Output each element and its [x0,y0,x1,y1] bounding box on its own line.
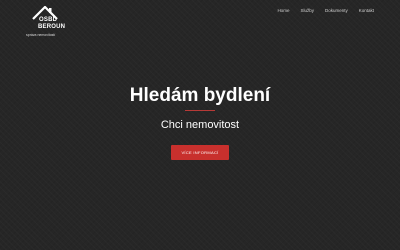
nav-item-home[interactable]: Home [277,8,289,14]
logo[interactable]: OSBD BEROUN správa nemovitostí [26,6,68,38]
nav-item-contact[interactable]: Kontakt [359,8,374,14]
hero-section: Hledám bydlení Chci nemovitost [0,84,400,132]
logo-text-line2: BEROUN [38,24,66,30]
site-header: OSBD BEROUN správa nemovitostí Home Služ… [0,0,400,40]
logo-tagline: správa nemovitostí [26,33,56,37]
hero-divider [185,110,215,111]
hero-title: Hledám bydlení [129,85,271,106]
more-info-button[interactable]: VÍCE INFORMACÍ [171,145,229,160]
logo-text-line1: OSBD [39,17,58,23]
main-nav: Home Služby Dokumenty Kontakt [277,8,374,14]
hero-subtitle: Chci nemovitost [160,119,240,131]
nav-item-services[interactable]: Služby [300,8,314,14]
nav-item-documents[interactable]: Dokumenty [325,8,348,14]
